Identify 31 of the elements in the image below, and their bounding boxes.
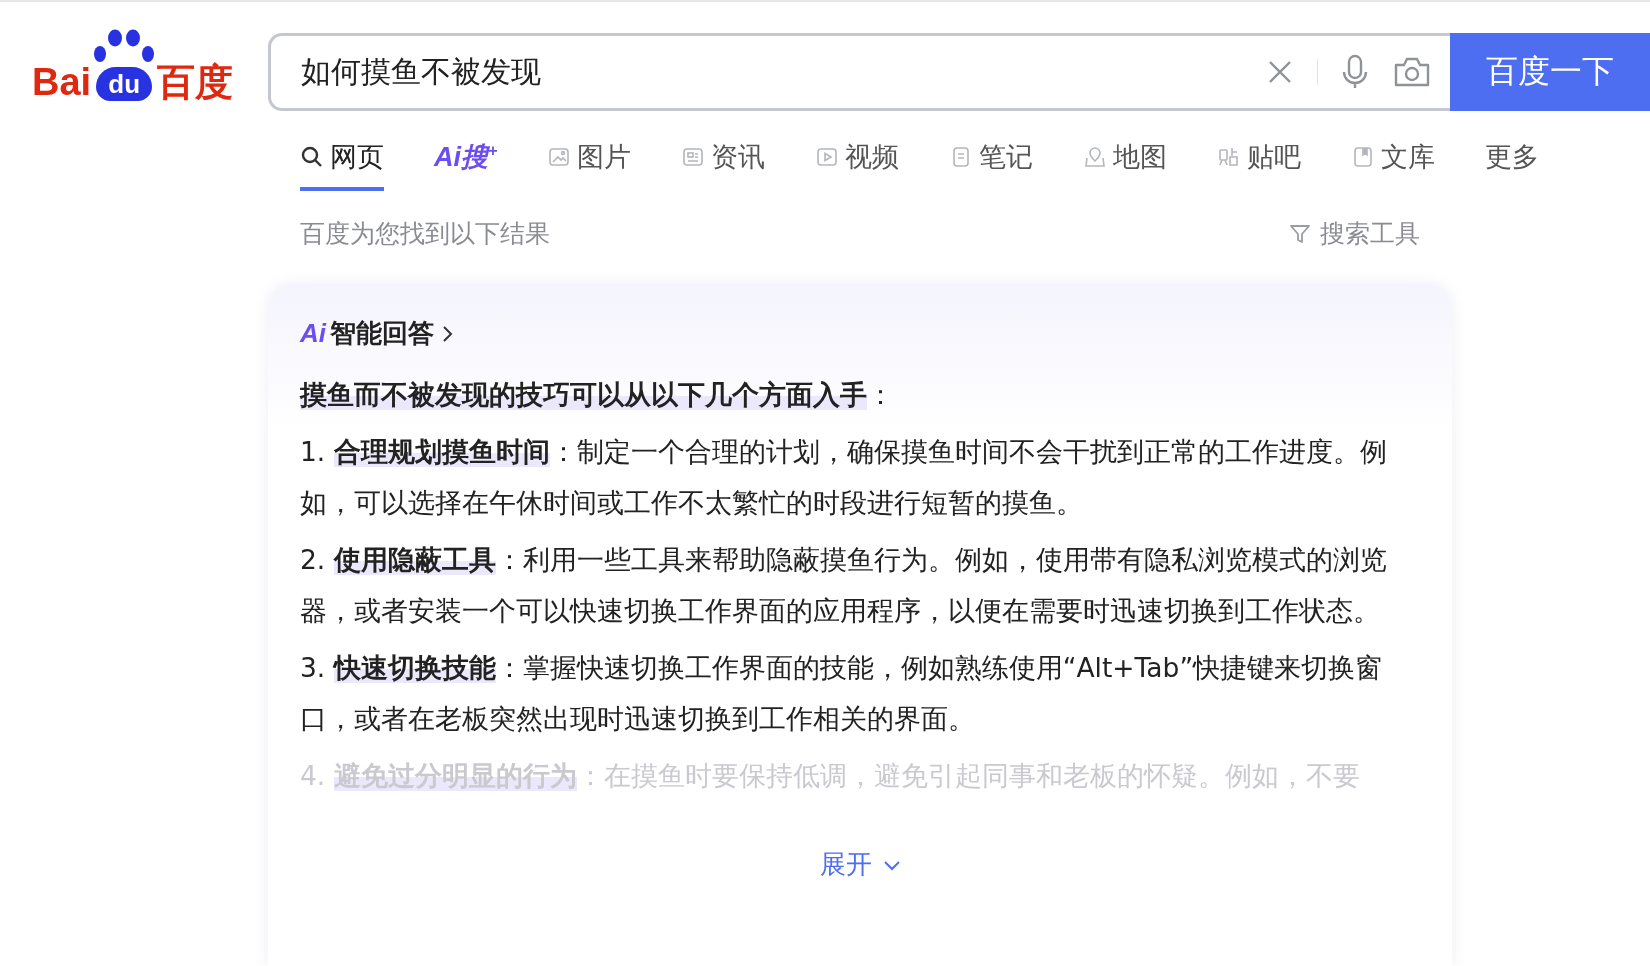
map-pin-icon (1083, 145, 1108, 169)
logo-text: 百度 (157, 63, 234, 101)
search-tab[interactable]: 图片 (547, 139, 632, 191)
expand-button[interactable]: 展开 (820, 847, 902, 882)
search-input[interactable]: 如何摸鱼不被发现 (299, 54, 1243, 90)
search-tab[interactable]: 网页 (300, 139, 384, 191)
news-icon (681, 145, 706, 169)
ai-label: Ai (300, 318, 326, 349)
search-tab[interactable]: 贴吧 (1217, 139, 1302, 191)
microphone-icon[interactable] (1340, 54, 1370, 90)
search-tab[interactable]: 地图 (1083, 139, 1168, 191)
search-tab[interactable]: 文库 (1351, 139, 1436, 191)
answer-paragraph: 2. 使用隐蔽工具：利用一些工具来帮助隐蔽摸鱼行为。例如，使用带有隐私浏览模式的浏览器，或者安装一个可以快速切换工作界面的应用程序，以便在需要时迅速切换到工作状态。 (300, 543, 1388, 628)
title-text: 智能回答 (330, 317, 434, 350)
answer-paragraph: 3. 快速切换技能：掌握快速切换工作界面的技能，例如熟练使用“Alt+Tab”快捷键来切换窗口，或者在老板突然出现时迅速切换到工作相关的界面。 (300, 651, 1384, 736)
search-tab[interactable]: Ai搜$^{+}$ (434, 139, 498, 191)
ai-answer-title[interactable]: Ai智能回答 (300, 316, 456, 351)
search-tab[interactable]: 视频 (815, 139, 900, 191)
picture-icon (547, 145, 572, 169)
search-field[interactable]: 如何摸鱼不被发现 (268, 33, 1450, 111)
search-icon (300, 145, 324, 169)
search-tab[interactable]: 资讯 (681, 139, 766, 191)
search-tab[interactable]: 笔记 (949, 139, 1034, 191)
result-note: 百度为您找到以下结果 (300, 218, 550, 250)
logo-text: Bai (32, 63, 92, 101)
search-tab[interactable]: 更多 (1485, 139, 1540, 191)
search-button[interactable]: 百度一下 (1450, 33, 1650, 111)
answer-paragraph: 1. 合理规划摸鱼时间：制定一个合理的计划，确保摸鱼时间不会干扰到正常的工作进度。例如，可以选择在午休时间或工作不太繁忙的时段进行短暂的摸鱼。 (300, 435, 1388, 520)
logo-paw-text: du (96, 67, 153, 101)
camera-icon[interactable] (1392, 55, 1432, 89)
play-icon (815, 145, 840, 169)
